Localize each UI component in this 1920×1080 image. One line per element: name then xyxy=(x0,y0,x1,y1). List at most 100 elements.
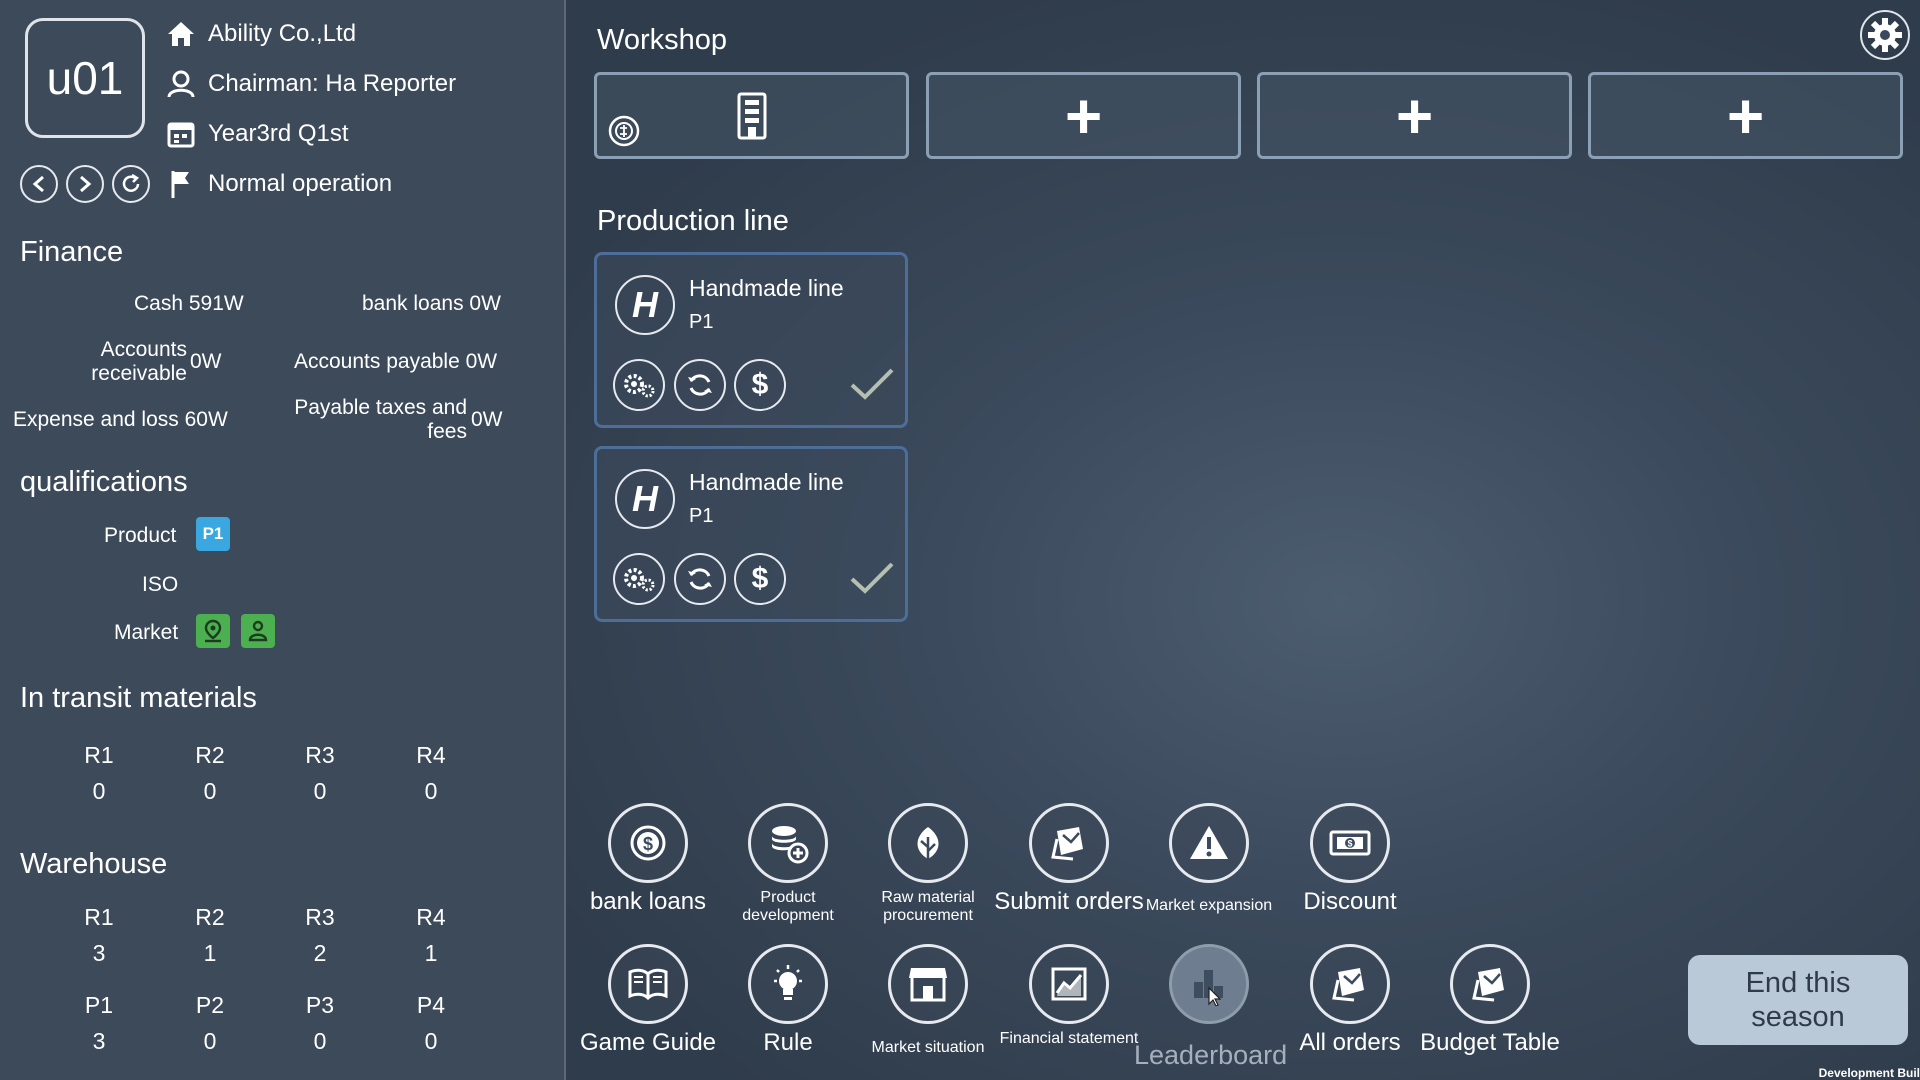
transit-r3-name: R3 xyxy=(305,742,335,768)
warehouse-r4-name: R4 xyxy=(416,904,446,930)
market-expansion-button[interactable] xyxy=(1169,803,1249,883)
line-type-letter: H xyxy=(632,284,658,325)
production-line-title: Production line xyxy=(597,205,789,237)
coin-icon xyxy=(608,115,640,147)
bank-loans-button[interactable]: $ xyxy=(608,803,688,883)
product-qual-label: Product xyxy=(104,524,177,547)
back-button[interactable] xyxy=(20,165,58,203)
market-qual-label: Market xyxy=(114,621,179,644)
storefront-icon xyxy=(909,968,947,1002)
market-situation-button[interactable] xyxy=(888,944,968,1024)
banknote-icon: $ xyxy=(1329,830,1371,856)
flag-icon xyxy=(164,168,198,200)
workshop-slot-3-add[interactable]: + xyxy=(1257,72,1572,159)
cycle-icon xyxy=(688,374,712,396)
rule-label: Rule xyxy=(763,1029,813,1056)
production-line-card-2[interactable]: H Handmade line P1 $ xyxy=(594,446,908,622)
workshop-title: Workshop xyxy=(597,24,728,56)
line-sell-button[interactable]: $ xyxy=(734,553,786,605)
in-transit-title: In transit materials xyxy=(20,682,257,714)
workshop-slot-4-add[interactable]: + xyxy=(1588,72,1903,159)
rule-button[interactable] xyxy=(748,944,828,1024)
plus-icon: + xyxy=(1064,79,1103,152)
chairman-row: Chairman: Ha Reporter xyxy=(164,68,456,100)
market-regional-badge xyxy=(241,614,275,648)
database-plus-icon xyxy=(772,826,809,864)
factory-building-icon xyxy=(737,92,766,139)
product-p1-badge: P1 xyxy=(196,517,230,551)
warning-triangle-icon xyxy=(1190,826,1228,859)
end-season-label: End this season xyxy=(1745,967,1851,1033)
end-season-button[interactable]: End this season xyxy=(1688,955,1908,1045)
budget-table-button[interactable] xyxy=(1450,944,1530,1024)
refresh-button[interactable] xyxy=(112,165,150,203)
all-orders-label: All orders xyxy=(1299,1029,1401,1056)
market-person-icon xyxy=(248,620,268,642)
cash-label: Cash 591W xyxy=(134,292,244,315)
company-row: Ability Co.,Ltd xyxy=(164,18,356,50)
warehouse-r4-value: 1 xyxy=(424,940,438,966)
submit-orders-button[interactable] xyxy=(1029,803,1109,883)
game-guide-button[interactable] xyxy=(608,944,688,1024)
company-name: Ability Co.,Ltd xyxy=(208,20,357,47)
line-settings-button[interactable] xyxy=(613,359,665,411)
line-transform-button[interactable] xyxy=(674,359,726,411)
warehouse-p4-name: P4 xyxy=(416,992,446,1018)
transit-r1-value: 0 xyxy=(92,778,106,804)
warehouse-r3-value: 2 xyxy=(313,940,327,966)
warehouse-p3-value: 0 xyxy=(313,1028,327,1054)
handmade-type-icon: H xyxy=(615,469,675,529)
orders-icon xyxy=(1472,968,1504,1002)
chevron-right-icon xyxy=(80,175,92,193)
leaderboard-button[interactable] xyxy=(1169,944,1249,1024)
warehouse-r1-value: 3 xyxy=(92,940,106,966)
svg-text:$: $ xyxy=(643,834,653,854)
orders-icon xyxy=(1332,968,1364,1002)
chairman-name: Chairman: Ha Reporter xyxy=(208,70,457,97)
workshop-slot-1[interactable] xyxy=(594,72,909,159)
finance-title: Finance xyxy=(20,236,124,268)
financial-statement-label: Financial statement xyxy=(999,1030,1139,1047)
settings-button[interactable] xyxy=(1860,10,1910,60)
discount-button[interactable]: $ xyxy=(1310,803,1390,883)
forward-button[interactable] xyxy=(66,165,104,203)
checkmark-icon xyxy=(850,368,894,400)
qualifications-title: qualifications xyxy=(20,466,188,498)
line-transform-button[interactable] xyxy=(674,553,726,605)
line-chart-icon xyxy=(1051,967,1087,1001)
bank-loans-label: bank loans 0W xyxy=(362,292,501,315)
leaderboard-label: Leaderboard xyxy=(1134,1040,1288,1070)
dollar-icon: $ xyxy=(751,562,769,595)
player-id: u01 xyxy=(46,52,124,104)
warehouse-p1-value: 3 xyxy=(92,1028,106,1054)
line-type-letter: H xyxy=(632,478,658,519)
transit-r3-value: 0 xyxy=(313,778,327,804)
line-settings-button[interactable] xyxy=(613,553,665,605)
warehouse-p2-name: P2 xyxy=(195,992,225,1018)
line-product: P1 xyxy=(689,505,714,527)
checkmark-icon xyxy=(850,562,894,594)
warehouse-r2-name: R2 xyxy=(195,904,225,930)
gears-icon xyxy=(624,374,655,398)
product-development-button[interactable] xyxy=(748,803,828,883)
period-row: Year3rd Q1st xyxy=(164,118,349,150)
workshop-slot-2-add[interactable]: + xyxy=(926,72,1241,159)
line-sell-button[interactable]: $ xyxy=(734,359,786,411)
gears-icon xyxy=(624,568,655,592)
production-line-card-1[interactable]: H Handmade line P1 $ xyxy=(594,252,908,428)
cycle-icon xyxy=(688,568,712,590)
raw-material-procurement-button[interactable] xyxy=(888,803,968,883)
warehouse-r1-name: R1 xyxy=(84,904,114,930)
game-period: Year3rd Q1st xyxy=(208,120,349,147)
all-orders-button[interactable] xyxy=(1310,944,1390,1024)
transit-r2-name: R2 xyxy=(195,742,225,768)
financial-statement-button[interactable] xyxy=(1029,944,1109,1024)
warehouse-r3-name: R3 xyxy=(305,904,335,930)
podium-icon xyxy=(1194,970,1223,1006)
market-local-badge xyxy=(196,614,230,648)
warehouse-p1-name: P1 xyxy=(84,992,114,1018)
payable-taxes-value: 0W xyxy=(471,408,503,431)
warehouse-p4-value: 0 xyxy=(424,1028,438,1054)
line-product: P1 xyxy=(689,311,714,333)
development-build-watermark: Development Buil xyxy=(1818,1066,1920,1080)
